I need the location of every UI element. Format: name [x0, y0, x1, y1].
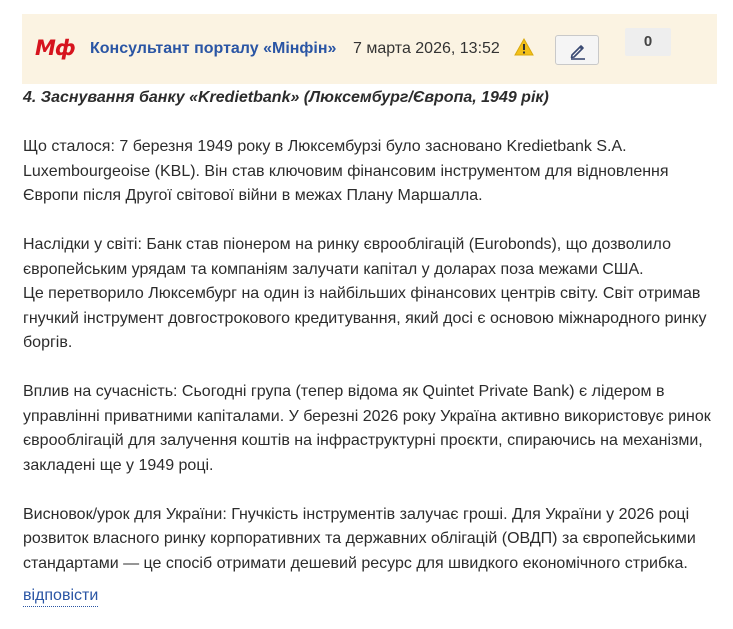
author-name-link[interactable]: Консультант порталу «Мінфін» [90, 40, 336, 58]
paragraph-consequences: Наслідки у світі: Банк став піонером на … [23, 236, 671, 278]
paragraph-what-happened: Що сталося: 7 березня 1949 року в Люксем… [23, 138, 669, 204]
reply-link[interactable]: відповісти [23, 586, 99, 607]
paragraph-modern-impact: Вплив на сучасність: Сьогодні група (теп… [23, 383, 711, 474]
comment-body: 4. Заснування банку «Kredietbank» (Люксе… [23, 86, 713, 576]
comment-date: 7 марта 2026, 13:52 [353, 40, 500, 57]
paragraph-consequences-continued: Це перетворило Люксембург на один із най… [23, 285, 707, 351]
minfin-logo: Мф [35, 36, 76, 60]
comment-header: Мф Консультант порталу «Мінфін» 7 марта … [22, 14, 717, 84]
post-heading: 4. Заснування банку «Kredietbank» (Люксе… [23, 89, 549, 106]
warning-triangle-icon[interactable] [514, 37, 534, 56]
paragraph-conclusion: Висновок/урок для України: Гнучкість інс… [23, 505, 696, 572]
rating-counter: 0 [625, 28, 671, 56]
pencil-icon [570, 45, 585, 60]
edit-button[interactable] [555, 35, 599, 65]
